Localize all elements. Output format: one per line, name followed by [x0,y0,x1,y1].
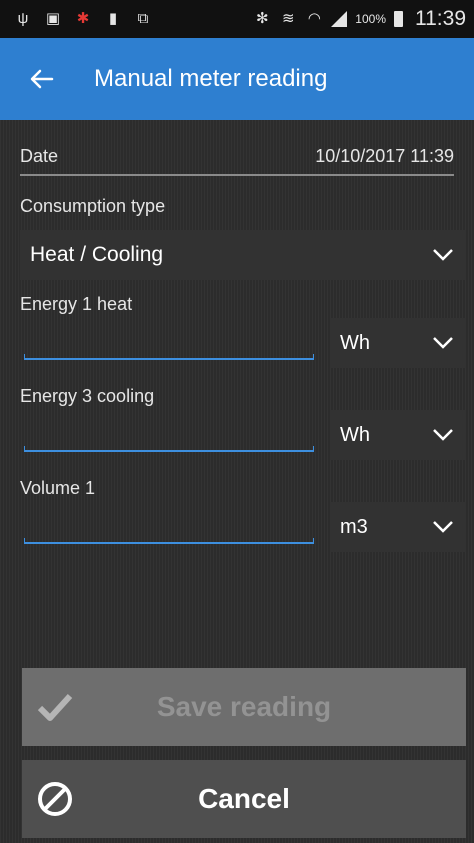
usb-icon: ψ [17,10,29,27]
meter-reading-form: Date 10/10/2017 11:39 Consumption type H… [0,120,474,843]
consumption-type-label: Consumption type [20,196,166,216]
volume-1-unit-select[interactable]: m3 [330,502,466,552]
volume-1-input[interactable] [24,538,314,544]
back-arrow-icon [30,69,54,89]
bluetooth-icon: ✻ [256,10,269,27]
page-title: Manual meter reading [94,65,328,92]
save-reading-button[interactable]: Save reading [22,668,466,746]
consumption-type-select[interactable]: Heat / Cooling [20,230,466,280]
date-label: Date [20,146,59,166]
screenshot-icon: ⧉ [137,10,149,27]
app-bar: Manual meter reading [0,38,474,120]
vibrate-icon: ≋ [282,10,295,27]
checkmark-icon [37,693,73,721]
volume-1-label: Volume 1 [20,478,96,498]
chevron-down-icon [433,521,453,533]
unit-value: Wh [340,423,370,446]
energy-3-cooling-label: Energy 3 cooling [20,386,155,406]
consumption-type-value: Heat / Cooling [30,243,164,266]
image-icon: ▣ [45,10,61,27]
back-button[interactable] [12,38,72,120]
signal-icon [331,11,348,27]
cancel-label: Cancel [198,783,290,814]
cancel-icon [38,782,72,816]
clock: 11:39 [415,7,466,30]
unit-value: Wh [340,331,370,354]
battery-percent: 100% [355,12,386,26]
date-value: 10/10/2017 11:39 [315,146,454,166]
energy-3-cooling-input[interactable] [24,446,314,452]
date-row: Date 10/10/2017 11:39 [20,142,454,176]
debug-icon: ✱ [76,10,90,27]
unit-value: m3 [340,515,368,538]
chevron-down-icon [433,429,453,441]
energy-1-heat-label: Energy 1 heat [20,294,133,314]
sd-card-icon: ▮ [108,10,118,27]
energy-3-cooling-unit-select[interactable]: Wh [330,410,466,460]
chevron-down-icon [433,337,453,349]
status-bar: ψ ▣ ✱ ▮ ⧉ ✻ ≋ ◠ 100% 11:39 [0,0,474,38]
save-reading-label: Save reading [156,691,332,722]
wifi-icon: ◠ [307,10,321,27]
battery-icon [394,11,403,27]
energy-1-heat-unit-select[interactable]: Wh [330,318,466,368]
cancel-button[interactable]: Cancel [22,760,466,838]
energy-1-heat-input[interactable] [24,354,314,360]
chevron-down-icon [433,249,453,261]
